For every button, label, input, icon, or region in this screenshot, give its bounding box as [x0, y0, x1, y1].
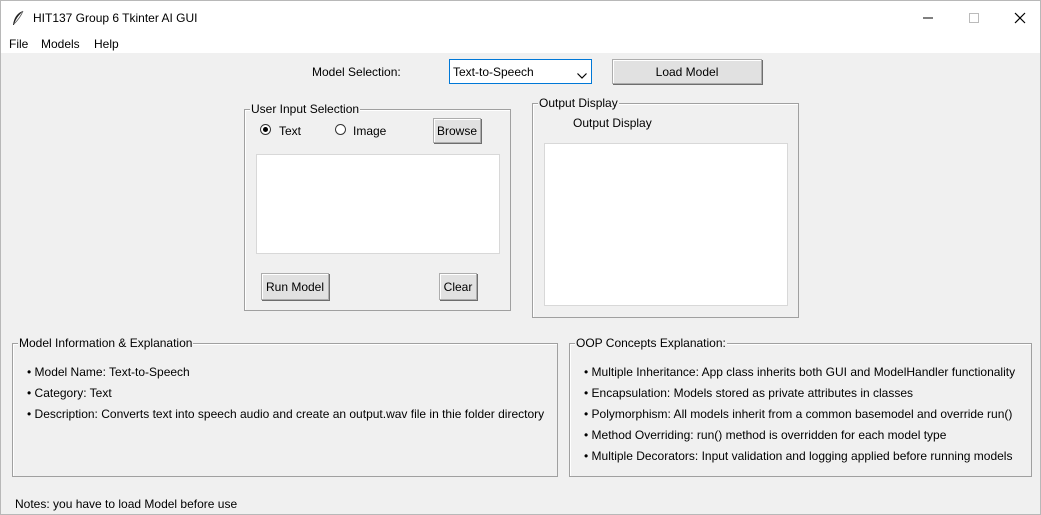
menu-bar: File Models Help	[1, 35, 1040, 53]
load-model-button[interactable]: Load Model	[612, 59, 762, 84]
run-model-button-label: Run Model	[265, 280, 325, 294]
output-group-title: Output Display	[538, 96, 619, 110]
menu-models[interactable]: Models	[41, 37, 80, 51]
clear-button[interactable]: Clear	[439, 273, 477, 300]
model-info-category: • Category: Text	[27, 386, 112, 400]
model-selection-label: Model Selection:	[312, 65, 401, 79]
menu-help[interactable]: Help	[94, 37, 119, 51]
oop-group-title: OOP Concepts Explanation:	[575, 336, 727, 350]
clear-button-label: Clear	[443, 280, 473, 294]
output-textarea[interactable]	[544, 143, 788, 306]
minimize-button[interactable]	[905, 1, 951, 35]
oop-line: • Encapsulation: Models stored as privat…	[584, 386, 914, 400]
oop-line: • Polymorphism: All models inherit from …	[584, 407, 1013, 421]
output-display-label: Output Display	[573, 116, 652, 130]
model-info-name: • Model Name: Text-to-Speech	[27, 365, 190, 379]
oop-line: • Multiple Inheritance: App class inheri…	[584, 365, 1016, 379]
app-window: HIT137 Group 6 Tkinter AI GUI File Model…	[0, 0, 1041, 515]
user-input-group-title: User Input Selection	[250, 102, 361, 116]
radio-image-label[interactable]: Image	[353, 124, 386, 138]
radio-text[interactable]	[260, 124, 271, 135]
maximize-button[interactable]	[951, 1, 997, 35]
radio-text-label[interactable]: Text	[279, 124, 301, 138]
chevron-down-icon	[577, 68, 587, 82]
feather-icon	[11, 10, 25, 26]
radio-image[interactable]	[335, 124, 346, 135]
notes-label: Notes: you have to load Model before use	[15, 497, 238, 511]
run-model-button[interactable]: Run Model	[261, 273, 329, 300]
model-select-value: Text-to-Speech	[453, 65, 534, 79]
window-title: HIT137 Group 6 Tkinter AI GUI	[33, 11, 198, 25]
load-model-button-label: Load Model	[655, 65, 719, 79]
title-bar[interactable]: HIT137 Group 6 Tkinter AI GUI	[1, 1, 1040, 35]
maximize-icon	[969, 13, 979, 23]
browse-button-label: Browse	[436, 124, 477, 138]
close-button[interactable]	[997, 1, 1041, 35]
oop-line: • Method Overriding: run() method is ove…	[584, 428, 947, 442]
model-info-group-title: Model Information & Explanation	[18, 336, 194, 350]
user-input-textarea[interactable]	[256, 154, 500, 254]
minimize-icon	[923, 17, 933, 19]
oop-line: • Multiple Decorators: Input validation …	[584, 449, 1013, 463]
menu-file[interactable]: File	[9, 37, 28, 51]
model-info-description: • Description: Converts text into speech…	[27, 407, 545, 421]
browse-button[interactable]: Browse	[433, 118, 481, 143]
model-select-dropdown[interactable]: Text-to-Speech	[449, 59, 592, 84]
close-icon	[1014, 12, 1026, 24]
